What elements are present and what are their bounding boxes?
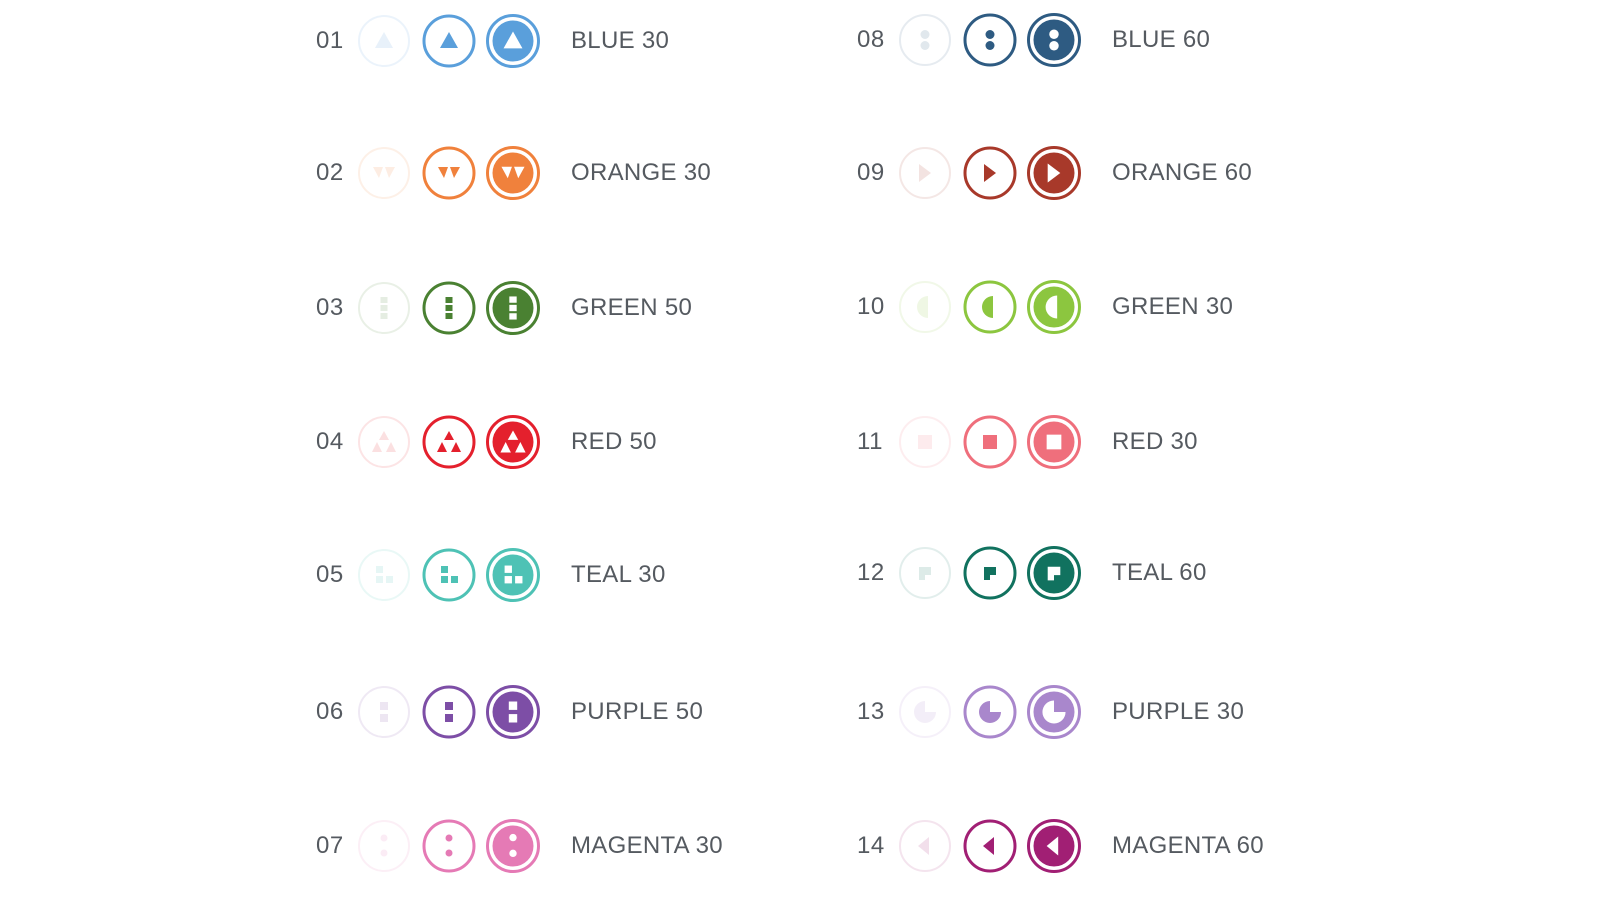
legend-row-red-50: 04 RED 50 (316, 410, 836, 474)
vertical-dots-icon (422, 819, 476, 873)
color-name: BLUE 30 (571, 27, 670, 54)
color-name: TEAL 60 (1112, 559, 1207, 586)
color-name: BLUE 60 (1112, 26, 1211, 53)
row-number: 10 (857, 293, 885, 320)
row-number: 06 (316, 698, 344, 725)
flag-block-icon (1027, 546, 1081, 600)
half-circle-icon (1027, 280, 1081, 334)
color-name: TEAL 30 (571, 561, 666, 588)
legend-row-blue-60: 08 BLUE 60 (857, 8, 1377, 72)
triangle-left-icon (1027, 819, 1081, 873)
row-number: 05 (316, 561, 344, 588)
square-grid-icon (357, 548, 411, 602)
legend-row-teal-60: 12 TEAL 60 (857, 541, 1377, 605)
color-name: GREEN 50 (571, 294, 693, 321)
triangle-left-icon (898, 819, 952, 873)
triangle-up-icon (486, 14, 540, 68)
color-name: MAGENTA 30 (571, 832, 723, 859)
square-icon (1027, 415, 1081, 469)
bowtie-triangles-icon (963, 146, 1017, 200)
legend-row-magenta-30: 07 MAGENTA 30 (316, 814, 836, 878)
color-name: PURPLE 50 (571, 698, 704, 725)
legend-row-green-30: 10 GREEN 30 (857, 275, 1377, 339)
legend-row-magenta-60: 14 MAGENTA 60 (857, 814, 1377, 878)
bowtie-triangles-icon (1027, 146, 1081, 200)
legend-row-red-30: 11 RED 30 (857, 410, 1377, 474)
color-name: ORANGE 60 (1112, 159, 1253, 186)
pie-three-quarter-icon (898, 685, 952, 739)
two-dots-icon (898, 13, 952, 67)
square-grid-icon (422, 548, 476, 602)
legend-row-teal-30: 05 TEAL 30 (316, 543, 836, 607)
legend-row-blue-30: 01 BLUE 30 (316, 9, 836, 73)
row-number: 14 (857, 832, 885, 859)
two-dots-icon (1027, 13, 1081, 67)
row-number: 07 (316, 832, 344, 859)
color-name: ORANGE 30 (571, 159, 712, 186)
legend-row-purple-30: 13 PURPLE 30 (857, 680, 1377, 744)
two-dots-icon (963, 13, 1017, 67)
color-name: RED 50 (571, 428, 657, 455)
row-number: 02 (316, 159, 344, 186)
square-icon (963, 415, 1017, 469)
vertical-dots-icon (357, 819, 411, 873)
double-down-triangle-icon (486, 146, 540, 200)
pie-three-quarter-icon (1027, 685, 1081, 739)
triangle-trio-icon (357, 415, 411, 469)
vertical-dash-bars-icon (486, 281, 540, 335)
triangle-left-icon (963, 819, 1017, 873)
flag-block-icon (898, 546, 952, 600)
color-name: GREEN 30 (1112, 293, 1234, 320)
vertical-dash-bars-icon (422, 281, 476, 335)
row-number: 12 (857, 559, 885, 586)
color-name: PURPLE 30 (1112, 698, 1245, 725)
stacked-squares-icon (486, 685, 540, 739)
stacked-squares-icon (357, 685, 411, 739)
row-number: 08 (857, 26, 885, 53)
row-number: 01 (316, 27, 344, 54)
color-name: RED 30 (1112, 428, 1198, 455)
bowtie-triangles-icon (898, 146, 952, 200)
half-circle-icon (963, 280, 1017, 334)
row-number: 13 (857, 698, 885, 725)
triangle-up-icon (357, 14, 411, 68)
row-number: 11 (857, 428, 883, 455)
square-icon (898, 415, 952, 469)
legend-row-purple-50: 06 PURPLE 50 (316, 680, 836, 744)
color-name: MAGENTA 60 (1112, 832, 1264, 859)
triangle-up-icon (422, 14, 476, 68)
vertical-dash-bars-icon (357, 281, 411, 335)
legend-row-green-50: 03 GREEN 50 (316, 276, 836, 340)
row-number: 04 (316, 428, 344, 455)
row-number: 03 (316, 294, 344, 321)
legend-row-orange-30: 02 ORANGE 30 (316, 141, 836, 205)
double-down-triangle-icon (357, 146, 411, 200)
square-grid-icon (486, 548, 540, 602)
pie-three-quarter-icon (963, 685, 1017, 739)
triangle-trio-icon (422, 415, 476, 469)
half-circle-icon (898, 280, 952, 334)
row-number: 09 (857, 159, 885, 186)
vertical-dots-icon (486, 819, 540, 873)
triangle-trio-icon (486, 415, 540, 469)
double-down-triangle-icon (422, 146, 476, 200)
flag-block-icon (963, 546, 1017, 600)
legend-row-orange-60: 09 ORANGE 60 (857, 141, 1377, 205)
stacked-squares-icon (422, 685, 476, 739)
